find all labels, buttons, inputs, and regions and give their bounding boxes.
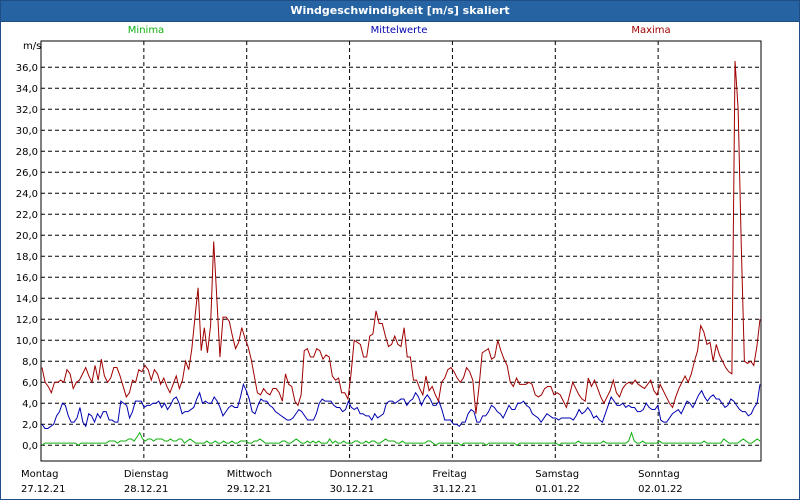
y-tick-label: 8,0	[22, 357, 38, 368]
y-tick-label: 10,0	[16, 336, 38, 347]
x-day-date: 27.12.21	[21, 484, 66, 495]
y-tick-label: 14,0	[16, 294, 38, 305]
y-tick-label: 20,0	[16, 231, 38, 242]
x-day-label: Freitag 31.12.21	[432, 467, 477, 497]
x-day-date: 29.12.21	[226, 484, 272, 495]
y-axis-unit-label: m/s	[23, 41, 41, 52]
y-tick-label: 32,0	[16, 105, 38, 116]
y-tick-label: 2,0	[22, 420, 38, 431]
series-lines	[41, 60, 761, 446]
y-tick-label: 4,0	[22, 399, 38, 410]
y-tick-label: 34,0	[16, 84, 38, 95]
y-tick-label: 22,0	[16, 210, 38, 221]
wind-speed-chart: m/s 0,0 2,0 4,0 6,0 8,0 10,0 12,0 14,0 16,0 18,0 2…	[16, 40, 762, 462]
y-tick-label: 18,0	[16, 252, 38, 263]
x-day-date: 31.12.21	[432, 484, 477, 495]
x-day-label: Dienstag 28.12.21	[124, 467, 169, 497]
y-tick-label: 24,0	[16, 189, 38, 200]
x-day-label: Sonntag 02.01.22	[638, 467, 683, 497]
y-tick-label: 28,0	[16, 147, 38, 158]
y-tick-label: 26,0	[16, 168, 38, 179]
x-day-name: Dienstag	[123, 469, 169, 480]
plot-frame	[40, 40, 762, 462]
x-day-label: Mittwoch 29.12.21	[227, 467, 272, 497]
series-line-mittelwerte	[41, 382, 761, 429]
x-day-label: Montag 27.12.21	[21, 467, 66, 497]
x-day-name: Samstag	[535, 469, 580, 480]
y-tick-label: 16,0	[16, 273, 38, 284]
x-day-date: 28.12.21	[123, 484, 169, 495]
series-line-minima	[41, 431, 761, 446]
x-day-date: 30.12.21	[329, 484, 375, 495]
y-axis-ticks: 0,0 2,0 4,0 6,0 8,0 10,0 12,0 14,0 16,0 18,0 20,0 2…	[16, 63, 38, 452]
x-day-date: 02.01.22	[638, 484, 683, 495]
x-day-name: Freitag	[432, 469, 467, 480]
x-day-label: Samstag 01.01.22	[535, 467, 580, 497]
x-day-name: Montag	[21, 469, 59, 480]
x-day-name: Sonntag	[638, 469, 680, 480]
x-day-label: Donnerstag 30.12.21	[330, 467, 388, 497]
x-day-name: Mittwoch	[226, 469, 273, 480]
y-tick-label: 36,0	[16, 63, 38, 74]
y-tick-label: 12,0	[16, 315, 38, 326]
x-day-name: Donnerstag	[329, 469, 388, 480]
y-tick-label: 0,0	[22, 441, 38, 452]
chart-window: Windgeschwindigkeit [m/s] skaliert Minim…	[0, 0, 800, 500]
grid	[41, 41, 761, 461]
y-tick-label: 30,0	[16, 126, 38, 137]
y-tick-label: 6,0	[22, 378, 38, 389]
x-day-date: 01.01.22	[535, 484, 580, 495]
